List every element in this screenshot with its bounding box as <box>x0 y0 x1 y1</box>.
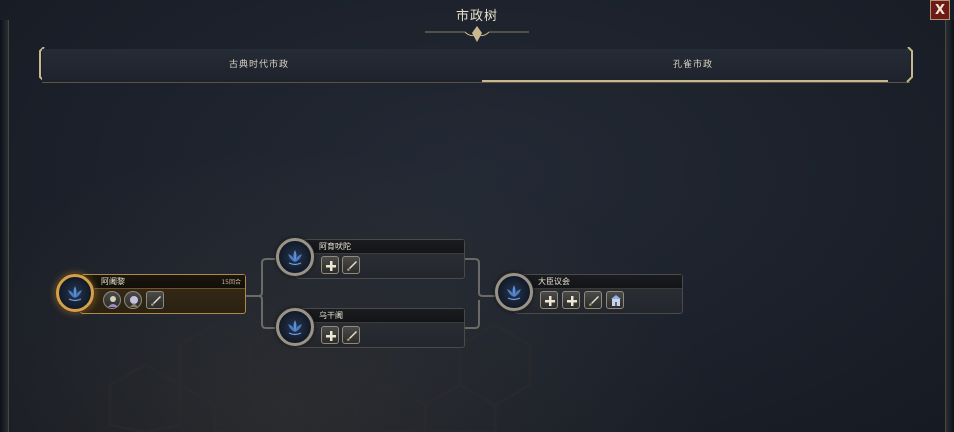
plus-icon[interactable] <box>562 291 580 309</box>
sword-icon[interactable] <box>584 291 602 309</box>
building-icon[interactable] <box>606 291 624 309</box>
civic-medal-ujjain[interactable] <box>276 308 314 346</box>
civic-node-name: 阿阇黎 <box>101 277 125 286</box>
lotus-icon <box>288 250 302 266</box>
civic-medal-ayurveda[interactable] <box>276 238 314 276</box>
plus-icon[interactable] <box>321 326 339 344</box>
tree-connectors <box>246 258 496 329</box>
civic-medal-council-of-ministers[interactable] <box>495 273 533 311</box>
civic-node-name: 乌干阇 <box>319 311 343 320</box>
civic-node-name: 大臣议会 <box>538 277 570 286</box>
governor-icon[interactable] <box>103 291 121 309</box>
plus-icon[interactable] <box>321 256 339 274</box>
sword-icon[interactable] <box>342 326 360 344</box>
sword-icon[interactable] <box>146 291 164 309</box>
lotus-icon <box>507 285 521 301</box>
sword-icon[interactable] <box>342 256 360 274</box>
civic-node-turns: 15回合 <box>221 279 241 286</box>
lotus-icon <box>288 320 302 336</box>
lotus-icon <box>68 286 82 302</box>
civic-node-name: 阿育吠陀 <box>319 242 351 251</box>
scholar-icon[interactable] <box>124 291 142 309</box>
civic-medal-acharya[interactable] <box>56 274 94 312</box>
plus-icon[interactable] <box>540 291 558 309</box>
